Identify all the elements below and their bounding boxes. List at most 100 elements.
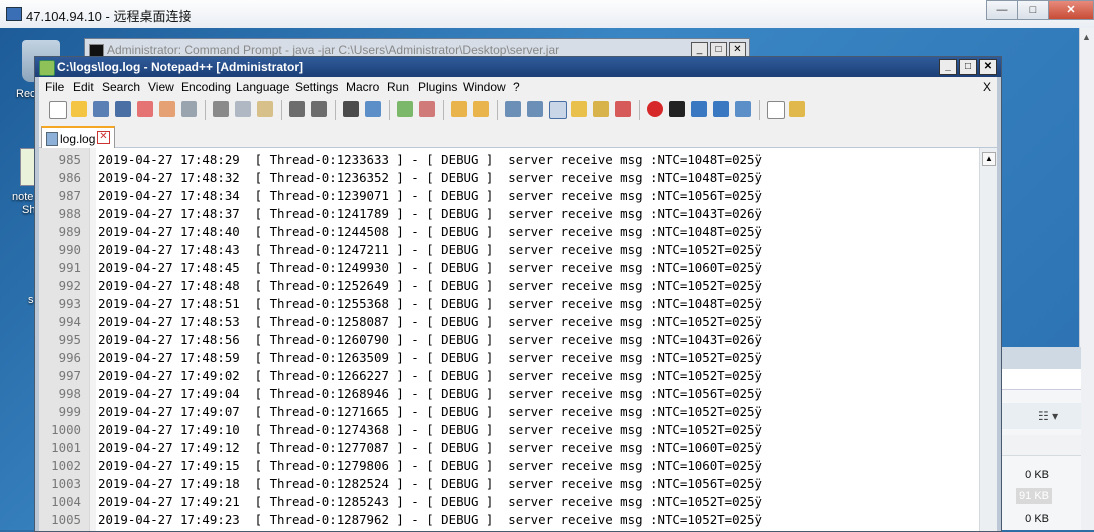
line-number: 998 xyxy=(58,386,81,401)
menu-settings[interactable]: Settings xyxy=(295,80,338,94)
editor-vertical-scrollbar[interactable]: ▲ xyxy=(979,148,997,531)
line-number: 994 xyxy=(58,314,81,329)
menu-edit[interactable]: Edit xyxy=(73,80,94,94)
zoom-in-icon[interactable] xyxy=(397,101,413,117)
menu-language[interactable]: Language xyxy=(236,80,289,94)
playback-icon[interactable] xyxy=(691,101,707,117)
rdp-vertical-scrollbar[interactable]: ▲ xyxy=(1079,28,1094,530)
npp-close-button[interactable]: ✕ xyxy=(979,59,997,75)
log-line[interactable]: 1005 2019-04-27 17:49:23 [ Thread-0:12879… xyxy=(39,511,979,529)
log-line[interactable]: 998 2019-04-27 17:49:04 [ Thread-0:126894… xyxy=(39,385,979,403)
word-wrap-icon[interactable] xyxy=(505,101,521,117)
sync-horizontal-icon[interactable] xyxy=(473,101,489,117)
close-all-icon[interactable] xyxy=(159,101,175,117)
record-macro-icon[interactable] xyxy=(647,101,663,117)
spell-check-icon[interactable] xyxy=(767,101,785,119)
zoom-out-icon[interactable] xyxy=(419,101,435,117)
log-line[interactable]: 1004 2019-04-27 17:49:21 [ Thread-0:12852… xyxy=(39,493,979,511)
line-number: 988 xyxy=(58,206,81,221)
toolbar-separator xyxy=(759,100,760,120)
log-line[interactable]: 1000 2019-04-27 17:49:10 [ Thread-0:12743… xyxy=(39,421,979,439)
menu-help[interactable]: ? xyxy=(513,80,520,94)
menu-window[interactable]: Window xyxy=(463,80,506,94)
sync-vertical-icon[interactable] xyxy=(451,101,467,117)
find-icon[interactable] xyxy=(343,101,359,117)
menu-macro[interactable]: Macro xyxy=(346,80,379,94)
line-text: 2019-04-27 17:48:34 [ Thread-0:1239071 ]… xyxy=(98,188,762,203)
minimize-button[interactable]: — xyxy=(986,0,1018,20)
stop-recording-icon[interactable] xyxy=(669,101,685,117)
log-line[interactable]: 995 2019-04-27 17:48:56 [ Thread-0:126079… xyxy=(39,331,979,349)
npp-maximize-button[interactable]: □ xyxy=(959,59,977,75)
log-line[interactable]: 986 2019-04-27 17:48:32 [ Thread-0:123635… xyxy=(39,169,979,187)
file-icon xyxy=(46,132,58,146)
log-line[interactable]: 1001 2019-04-27 17:49:12 [ Thread-0:12770… xyxy=(39,439,979,457)
log-line[interactable]: 987 2019-04-27 17:48:34 [ Thread-0:123907… xyxy=(39,187,979,205)
log-line[interactable]: 992 2019-04-27 17:48:48 [ Thread-0:125264… xyxy=(39,277,979,295)
log-line[interactable]: 994 2019-04-27 17:48:53 [ Thread-0:125808… xyxy=(39,313,979,331)
line-text: 2019-04-27 17:48:51 [ Thread-0:1255368 ]… xyxy=(98,296,762,311)
folder-workspace-icon[interactable] xyxy=(615,101,631,117)
log-line[interactable]: 985 2019-04-27 17:48:29 [ Thread-0:123363… xyxy=(39,151,979,169)
editor-area[interactable]: 985 2019-04-27 17:48:29 [ Thread-0:123363… xyxy=(39,148,997,531)
log-line[interactable]: 997 2019-04-27 17:49:02 [ Thread-0:126622… xyxy=(39,367,979,385)
close-button[interactable]: ✕ xyxy=(1048,0,1094,20)
toolbar-separator xyxy=(443,100,444,120)
tab-log-log[interactable]: log.log ✕ xyxy=(41,126,115,148)
log-line[interactable]: 999 2019-04-27 17:49:07 [ Thread-0:127166… xyxy=(39,403,979,421)
redo-icon[interactable] xyxy=(311,101,327,117)
show-all-characters-icon[interactable] xyxy=(527,101,543,117)
save-icon[interactable] xyxy=(93,101,109,117)
menu-run[interactable]: Run xyxy=(387,80,409,94)
copy-icon[interactable] xyxy=(235,101,251,117)
line-text: 2019-04-27 17:48:53 [ Thread-0:1258087 ]… xyxy=(98,314,762,329)
log-line[interactable]: 1002 2019-04-27 17:49:15 [ Thread-0:12798… xyxy=(39,457,979,475)
log-line[interactable]: 990 2019-04-27 17:48:43 [ Thread-0:124721… xyxy=(39,241,979,259)
menu-encoding[interactable]: Encoding xyxy=(181,80,231,94)
maximize-button[interactable]: □ xyxy=(1017,0,1049,20)
function-list-icon[interactable] xyxy=(593,101,609,117)
line-number: 996 xyxy=(58,350,81,365)
indent-guide-icon[interactable] xyxy=(549,101,567,119)
line-text: 2019-04-27 17:49:12 [ Thread-0:1277087 ]… xyxy=(98,440,762,455)
log-line[interactable]: 1003 2019-04-27 17:49:18 [ Thread-0:12825… xyxy=(39,475,979,493)
paste-icon[interactable] xyxy=(257,101,273,117)
menu-search[interactable]: Search xyxy=(102,80,140,94)
line-number: 985 xyxy=(58,152,81,167)
desktop-label-recycle: Rec xyxy=(16,88,36,100)
log-line[interactable]: 989 2019-04-27 17:48:40 [ Thread-0:124450… xyxy=(39,223,979,241)
document-map-icon[interactable] xyxy=(571,101,587,117)
close-icon[interactable] xyxy=(137,101,153,117)
toolbar xyxy=(39,97,997,124)
undo-icon[interactable] xyxy=(289,101,305,117)
new-file-icon[interactable] xyxy=(49,101,67,119)
log-line[interactable]: 996 2019-04-27 17:48:59 [ Thread-0:126350… xyxy=(39,349,979,367)
notepadpp-window[interactable]: C:\logs\log.log - Notepad++ [Administrat… xyxy=(34,56,1002,532)
plugin-icon[interactable] xyxy=(789,101,805,117)
log-line[interactable]: 991 2019-04-27 17:48:45 [ Thread-0:124993… xyxy=(39,259,979,277)
print-icon[interactable] xyxy=(181,101,197,117)
close-document-button[interactable]: X xyxy=(983,80,991,94)
file-size: 0 KB xyxy=(1025,469,1049,481)
cut-icon[interactable] xyxy=(213,101,229,117)
view-options-icon[interactable]: ☷ ▾ xyxy=(1038,409,1058,423)
menu-plugins[interactable]: Plugins xyxy=(418,80,457,94)
scroll-up-icon[interactable]: ▲ xyxy=(982,152,996,166)
save-macro-icon[interactable] xyxy=(735,101,751,117)
cmd-title: Administrator: Command Prompt - java -ja… xyxy=(107,43,560,57)
replace-icon[interactable] xyxy=(365,101,381,117)
open-folder-icon[interactable] xyxy=(71,101,87,117)
scroll-up-icon[interactable]: ▲ xyxy=(1082,32,1091,42)
log-line[interactable]: 988 2019-04-27 17:48:37 [ Thread-0:124178… xyxy=(39,205,979,223)
tab-close-icon[interactable]: ✕ xyxy=(97,131,110,144)
menu-file[interactable]: File xyxy=(45,80,64,94)
log-line[interactable]: 993 2019-04-27 17:48:51 [ Thread-0:125536… xyxy=(39,295,979,313)
npp-minimize-button[interactable]: _ xyxy=(939,59,957,75)
line-number: 1002 xyxy=(51,458,81,473)
explorer-column-header xyxy=(1001,435,1081,456)
save-all-icon[interactable] xyxy=(115,101,131,117)
line-text: 2019-04-27 17:48:45 [ Thread-0:1249930 ]… xyxy=(98,260,762,275)
run-macro-multiple-icon[interactable] xyxy=(713,101,729,117)
menu-view[interactable]: View xyxy=(148,80,174,94)
line-text: 2019-04-27 17:49:07 [ Thread-0:1271665 ]… xyxy=(98,404,762,419)
